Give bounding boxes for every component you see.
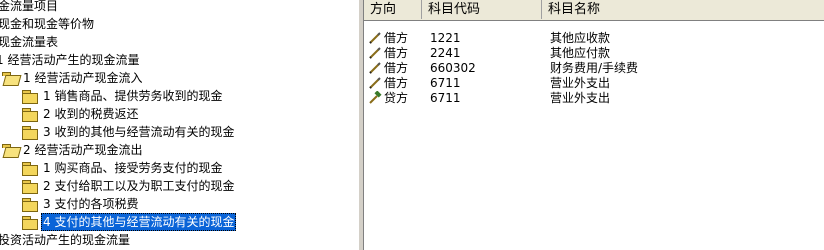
tree-node-label: 2 支付给职工以及为职工支付的现金: [43, 179, 235, 193]
cell-name: 营业外支出: [550, 76, 611, 90]
grid-header: 方向 科目代码 科目名称: [364, 0, 824, 21]
direction-text: 借方: [384, 46, 409, 60]
cell-code: 1221: [430, 31, 461, 45]
tree-node-label: 1 销售商品、提供劳务收到的现金: [43, 89, 223, 103]
tree-node[interactable]: 1 经营活动产生的现金流量: [0, 51, 141, 69]
cell-code: 2241: [430, 46, 461, 60]
tree-node-label: 3 支付的各项税费: [43, 197, 139, 211]
cell-name: 其他应收款: [550, 31, 611, 45]
tree-node[interactable]: 现金和现金等价物: [0, 15, 96, 33]
cell-name: 营业外支出: [550, 91, 611, 105]
folder-icon: [22, 126, 38, 140]
table-row[interactable]: 借方 6711 营业外支出: [364, 76, 824, 91]
tree-node-label: 2 收到的税费返还: [43, 107, 139, 121]
tree-node[interactable]: 现金流量表: [0, 33, 60, 51]
tree-node[interactable]: 1 购买商品、接受劳务支付的现金: [22, 159, 224, 177]
pencil-icon: [368, 31, 382, 45]
tree-node-label: 2 经营活动产现金流出: [23, 143, 143, 157]
tree-node-label: 现金流量表: [0, 35, 59, 49]
column-header-code[interactable]: 科目代码: [422, 0, 542, 19]
direction-text: 借方: [384, 61, 409, 75]
cell-direction: 贷方: [368, 90, 409, 106]
cell-direction: 借方: [368, 76, 408, 91]
column-header-direction[interactable]: 方向: [364, 0, 422, 19]
folder-open-icon: [2, 72, 18, 85]
folder-icon: [22, 216, 38, 230]
cell-direction: 借方: [368, 31, 408, 46]
tree-node-label: 1 经营活动产生的现金流量: [0, 53, 140, 67]
pencil-icon: [368, 61, 382, 75]
tree-node-label: 1 经营活动产现金流入: [23, 71, 143, 85]
tree-node[interactable]: 投资活动产生的现金流量: [0, 231, 132, 249]
cell-code: 660302: [430, 61, 476, 75]
tree-node[interactable]: 3 支付的各项税费: [22, 195, 140, 213]
cell-direction: 借方: [368, 61, 408, 76]
direction-text: 贷方: [384, 91, 409, 105]
tree-node[interactable]: 2 经营活动产现金流出: [2, 141, 144, 159]
pencil-icon: [368, 76, 382, 90]
tree-node-label: 现金和现金等价物: [0, 17, 95, 31]
tree-node[interactable]: 3 收到的其他与经营流动有关的现金: [22, 123, 236, 141]
account-grid[interactable]: 方向 科目代码 科目名称 借方 1221 其他应收款 借方 2241 其他应付款 借方 660…: [364, 0, 824, 250]
direction-text: 借方: [384, 76, 409, 90]
tree-node[interactable]: 4 支付的其他与经营流动有关的现金: [22, 213, 237, 231]
cell-name: 财务费用/手续费: [550, 61, 639, 75]
cell-code: 6711: [430, 76, 461, 90]
tree-node[interactable]: 1 经营活动产现金流入: [2, 69, 144, 87]
cashflow-tree[interactable]: 金流量项目现金和现金等价物 现金流量表 1 经营活动产生的现金流量 1 经营活动产现金…: [0, 0, 358, 250]
cell-direction: 借方: [368, 46, 408, 61]
tree-node-label: 金流量项目: [0, 0, 59, 13]
pencil-icon: [368, 46, 382, 60]
hammer-icon: [368, 90, 382, 105]
cell-name: 其他应付款: [550, 46, 611, 60]
folder-icon: [22, 90, 38, 104]
column-header-name[interactable]: 科目名称: [542, 0, 824, 19]
tree-node-label: 投资活动产生的现金流量: [0, 233, 131, 247]
tree-node[interactable]: 1 销售商品、提供劳务收到的现金: [22, 87, 224, 105]
direction-text: 借方: [384, 31, 409, 45]
folder-icon: [22, 198, 38, 212]
tree-node[interactable]: 2 支付给职工以及为职工支付的现金: [22, 177, 236, 195]
cell-code: 6711: [430, 91, 461, 105]
tree-node-label: 4 支付的其他与经营流动有关的现金: [41, 213, 237, 231]
tree-node[interactable]: 2 收到的税费返还: [22, 105, 140, 123]
tree-node[interactable]: 金流量项目: [0, 0, 60, 15]
table-row[interactable]: 借方 1221 其他应收款: [364, 31, 824, 46]
folder-icon: [22, 108, 38, 122]
tree-node-label: 1 购买商品、接受劳务支付的现金: [43, 161, 223, 175]
folder-icon: [22, 180, 38, 194]
folder-icon: [22, 162, 38, 176]
tree-node-label: 3 收到的其他与经营流动有关的现金: [43, 125, 235, 139]
folder-open-icon: [2, 144, 18, 157]
table-row[interactable]: 借方 660302 财务费用/手续费: [364, 61, 824, 76]
table-row[interactable]: 贷方 6711 营业外支出: [364, 90, 824, 106]
table-row[interactable]: 借方 2241 其他应付款: [364, 46, 824, 61]
